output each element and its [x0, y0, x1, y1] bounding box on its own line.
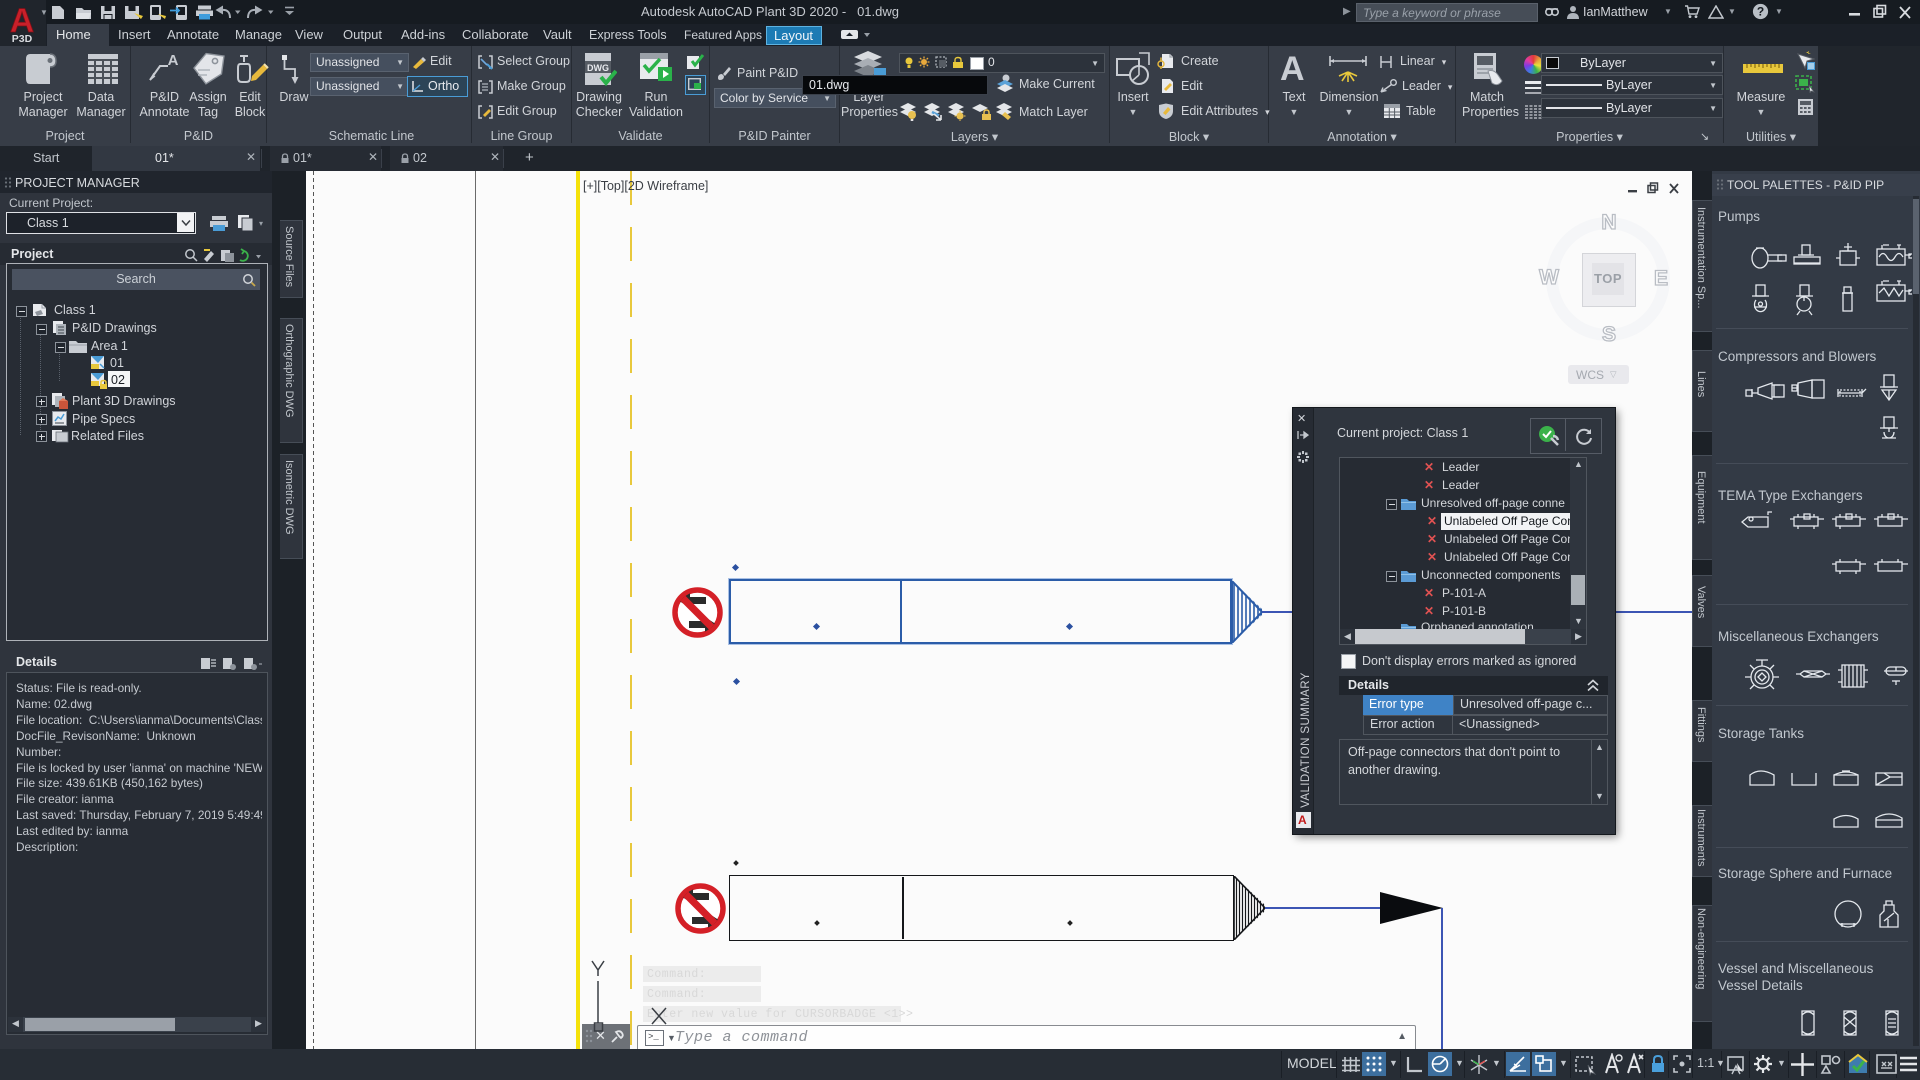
svg-text:P3D: P3D [12, 33, 33, 44]
svg-text:?: ? [1757, 5, 1764, 19]
svg-text:DWG: DWG [587, 63, 609, 73]
svg-text:A: A [168, 52, 179, 69]
